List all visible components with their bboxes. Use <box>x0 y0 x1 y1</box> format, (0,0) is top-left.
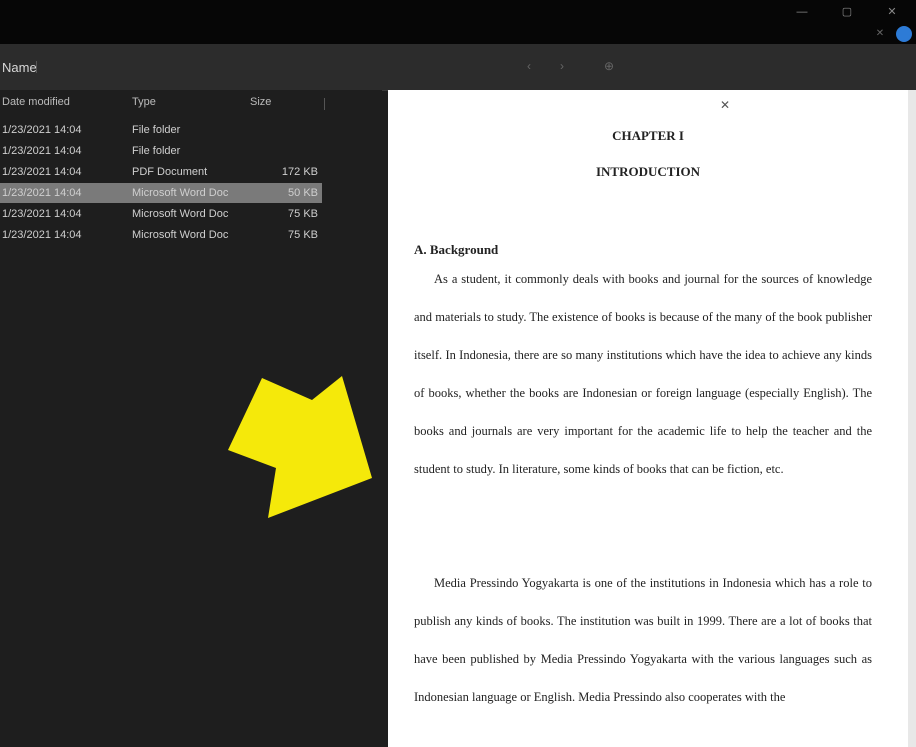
arrow-shape <box>228 376 372 518</box>
annotation-arrow-icon <box>228 376 372 518</box>
